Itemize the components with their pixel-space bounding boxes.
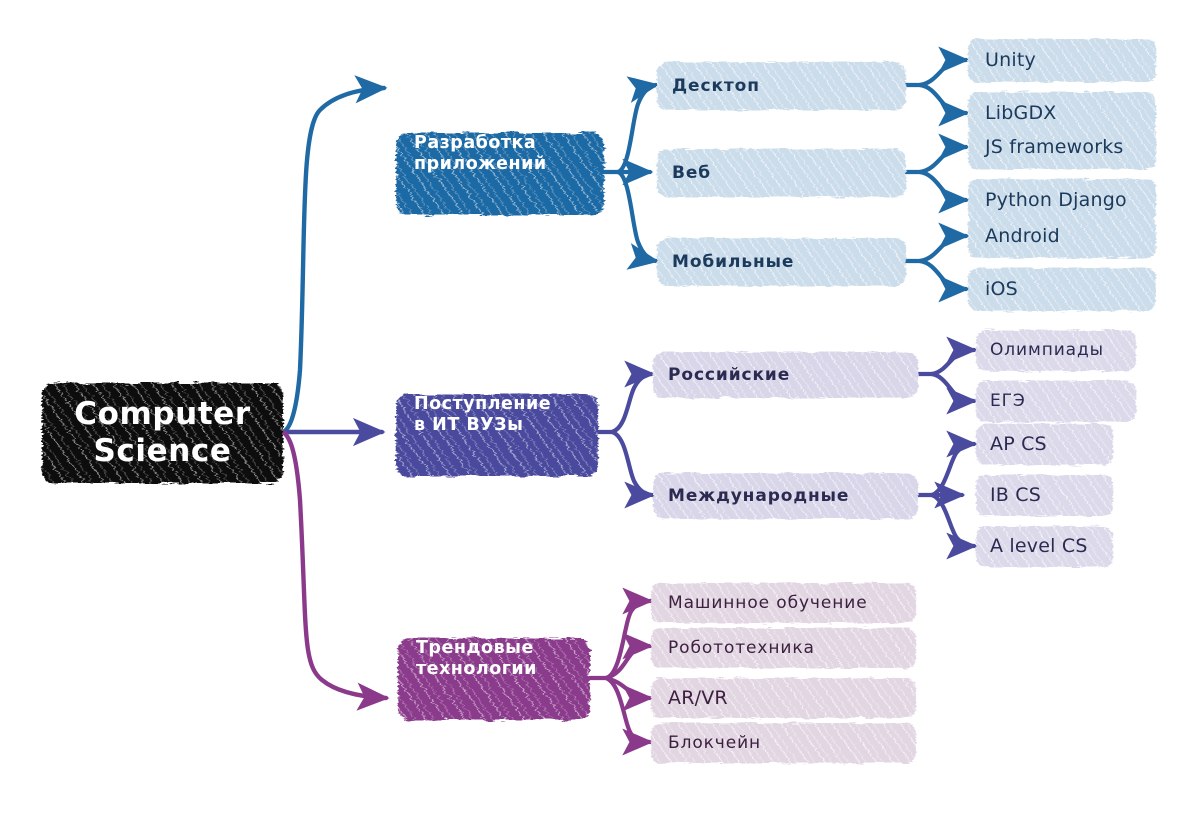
mindmap-canvas: Computer Science Разработка приложений П… [0,0,1200,826]
node-android-shape[interactable] [968,215,1156,258]
node-app-development-shape[interactable] [396,133,604,215]
connector-mobile-fan [903,222,970,303]
connector-desktop-fan [903,46,970,127]
node-ios-shape[interactable] [968,268,1156,311]
node-mobile-shape[interactable] [657,238,906,286]
node-unity-shape[interactable] [968,39,1156,82]
node-blockchain-shape[interactable] [651,723,916,763]
connector-it-university-admission-fan [595,360,656,509]
connector-app-development-fan [601,76,660,270]
connector-root-to-app-development [280,75,388,435]
node-ege-shape[interactable] [976,381,1136,422]
node-it-university-admission-shape[interactable] [396,394,598,476]
node-ap-cs-shape[interactable] [976,424,1113,465]
node-russian-shape[interactable] [653,352,918,398]
node-robotics-shape[interactable] [651,628,916,668]
node-ib-cs-shape[interactable] [976,475,1113,516]
node-machine-learning-shape[interactable] [651,583,916,623]
connector-trending-technologies-fan [587,587,654,756]
node-trending-technologies-shape[interactable] [398,638,590,720]
node-a-level-cs-shape[interactable] [976,526,1113,567]
connector-russian-fan [915,336,978,415]
node-olympiads-shape[interactable] [976,330,1136,371]
connector-international-fan [915,430,978,560]
node-root-shape[interactable] [42,383,283,483]
connector-root-to-trending-technologies [280,429,390,711]
node-js-frameworks-shape[interactable] [968,126,1156,169]
node-desktop-shape[interactable] [657,62,906,110]
node-international-shape[interactable] [653,473,918,519]
node-ar-vr-shape[interactable] [651,678,916,718]
connector-web-fan [903,133,970,214]
node-web-shape[interactable] [657,149,906,197]
mindmap-graphics [42,39,1156,763]
